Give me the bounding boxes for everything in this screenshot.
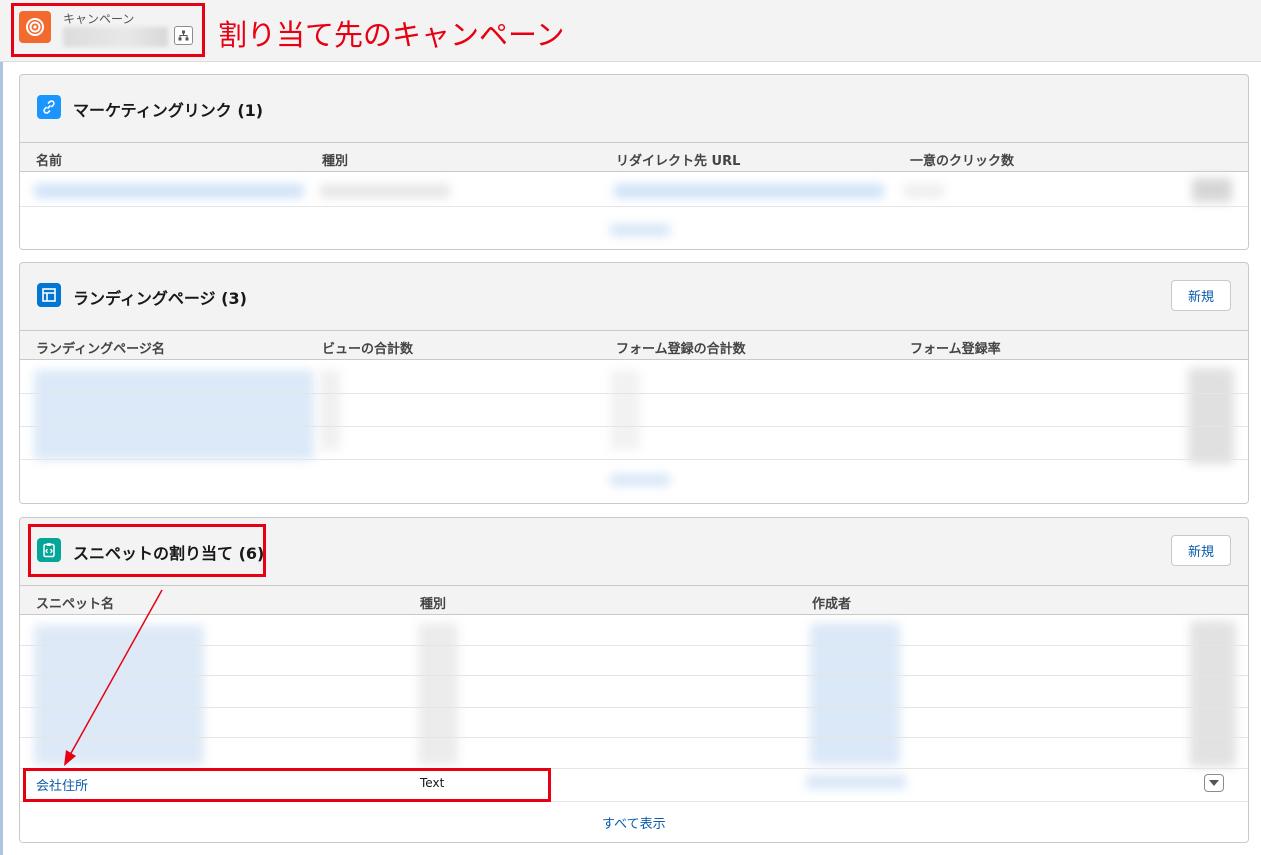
record-header: キャンペーン [0,0,1261,62]
card-title-count: (6) [238,544,265,563]
hierarchy-icon[interactable] [174,26,193,45]
row-divider [20,645,1248,646]
view-all-link[interactable]: すべて表示 [602,813,666,832]
snippet-assignments-card: スニペットの割り当て (6) 新規 スニペット名 種別 作成者 会社住所 Tex… [19,517,1249,843]
new-landing-page-button[interactable]: 新規 [1171,280,1231,311]
row-divider [20,459,1248,460]
redacted-text [904,184,944,198]
column-header[interactable]: フォーム登録の合計数 [616,338,746,357]
row-divider [20,393,1248,394]
row-divider [20,206,1248,207]
card-title-label: マーケティングリンク [73,101,232,120]
card-header: スニペットの割り当て (6) 新規 [20,518,1248,585]
record-name-redacted[interactable] [63,27,168,47]
card-title-count: (1) [237,101,264,120]
redacted-row-menu[interactable] [1188,368,1234,464]
row-divider [20,801,1248,802]
card-body: 会社住所 Text すべて表示 [20,615,1248,842]
row-divider [20,768,1248,769]
new-snippet-button[interactable]: 新規 [1171,535,1231,566]
campaign-icon [19,11,51,43]
card-title-label: スニペットの割り当て [73,544,234,563]
redacted-link[interactable] [34,370,314,460]
marketing-links-card: マーケティングリンク (1) 名前 種別 リダイレクト先 URL 一意のクリック… [19,74,1249,250]
card-title-label: ランディングページ [73,289,216,308]
column-header[interactable]: フォーム登録率 [910,338,1001,357]
row-divider [20,737,1248,738]
annotation-campaign-text: 割り当て先のキャンペーン [218,18,565,52]
snippet-type: Text [420,776,445,790]
column-header[interactable]: 種別 [322,150,348,169]
link-icon [37,95,61,119]
card-body [20,172,1248,249]
redacted-link[interactable] [34,625,204,765]
landing-pages-card: ランディングページ (3) 新規 ランディングページ名 ビューの合計数 フォーム… [19,262,1249,504]
redacted-text [610,370,640,450]
redacted-text [320,370,340,450]
redacted-view-all[interactable] [610,474,670,486]
snippet-name-link[interactable]: 会社住所 [36,775,88,794]
column-headers: スニペット名 種別 作成者 [20,585,1248,615]
column-headers: 名前 種別 リダイレクト先 URL 一意のクリック数 [20,142,1248,172]
column-header[interactable]: 一意のクリック数 [910,150,1014,169]
column-header[interactable]: リダイレクト先 URL [616,150,740,169]
card-title[interactable]: ランディングページ (3) [73,285,247,309]
row-divider [20,707,1248,708]
redacted-creator-link[interactable] [806,775,906,789]
redacted-view-all[interactable] [610,224,670,236]
row-divider [20,426,1248,427]
column-header[interactable]: スニペット名 [36,593,114,612]
card-title[interactable]: マーケティングリンク (1) [73,97,263,121]
column-headers: ランディングページ名 ビューの合計数 フォーム登録の合計数 フォーム登録率 [20,330,1248,360]
snippet-icon [37,538,61,562]
card-title[interactable]: スニペットの割り当て (6) [73,540,264,564]
column-header[interactable]: ビューの合計数 [322,338,413,357]
card-title-count: (3) [221,289,247,308]
card-header: マーケティングリンク (1) [20,75,1248,142]
redacted-link[interactable] [34,184,304,198]
card-header: ランディングページ (3) 新規 [20,263,1248,330]
column-header[interactable]: 種別 [420,593,446,612]
page-left-border [0,60,3,855]
column-header[interactable]: 作成者 [812,593,851,612]
column-header[interactable]: 名前 [36,150,62,169]
row-divider [20,675,1248,676]
redacted-text [320,184,450,198]
record-type-label: キャンペーン [63,12,135,26]
landing-page-icon [37,283,61,307]
redacted-row-menu[interactable] [1192,178,1232,202]
column-header[interactable]: ランディングページ名 [36,338,165,357]
redacted-link[interactable] [614,184,884,198]
card-body [20,360,1248,503]
row-actions-chevron-icon[interactable] [1204,774,1224,792]
redacted-row-menu[interactable] [1190,621,1236,767]
